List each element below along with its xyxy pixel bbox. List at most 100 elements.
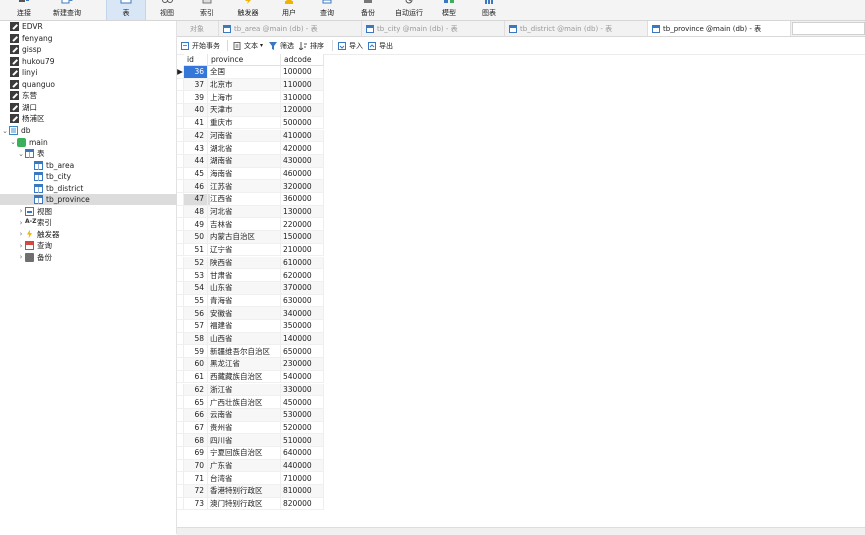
cell-province[interactable]: 江苏省 <box>208 180 281 193</box>
table-row[interactable]: 41 重庆市 500000 <box>177 116 324 130</box>
cell-adcode[interactable]: 620000 <box>281 269 324 282</box>
cell-province[interactable]: 澳门特别行政区 <box>208 497 281 511</box>
queries-node[interactable]: › 查询 <box>0 240 193 251</box>
automation-button[interactable]: 自动运行 <box>392 0 426 20</box>
cell-province[interactable]: 陕西省 <box>208 256 281 270</box>
row-marker[interactable]: ▶ <box>177 66 184 79</box>
column-header-adcode[interactable]: adcode <box>281 54 324 66</box>
cell-province[interactable]: 湖南省 <box>208 154 281 168</box>
cell-id[interactable]: 56 <box>184 307 208 320</box>
cell-province[interactable]: 香港特别行政区 <box>208 485 281 498</box>
connection-item[interactable]: quanguo <box>0 79 186 90</box>
cell-id[interactable]: 71 <box>184 472 208 486</box>
cell-adcode[interactable]: 140000 <box>281 332 324 346</box>
cell-adcode[interactable]: 220000 <box>281 218 324 232</box>
cell-adcode[interactable]: 650000 <box>281 345 324 359</box>
cell-id[interactable]: 60 <box>184 358 208 371</box>
chevron-down-icon[interactable]: ⌄ <box>1 127 9 135</box>
cell-adcode[interactable]: 340000 <box>281 307 324 320</box>
table-row[interactable]: 70 广东省 440000 <box>177 459 324 473</box>
cell-province[interactable]: 江西省 <box>208 193 281 206</box>
query-button[interactable]: 查询 <box>314 0 340 20</box>
cell-adcode[interactable]: 410000 <box>281 129 324 143</box>
cell-province[interactable]: 河南省 <box>208 129 281 143</box>
cell-province[interactable]: 新疆维吾尔自治区 <box>208 345 281 359</box>
table-row[interactable]: 73 澳门特别行政区 820000 <box>177 497 324 511</box>
table-row[interactable]: 59 新疆维吾尔自治区 650000 <box>177 345 324 359</box>
cell-id[interactable]: 51 <box>184 243 208 257</box>
cell-province[interactable]: 海南省 <box>208 167 281 181</box>
cell-id[interactable]: 73 <box>184 497 208 511</box>
cell-adcode[interactable]: 310000 <box>281 91 324 105</box>
row-marker[interactable] <box>177 345 184 359</box>
table-row[interactable]: 52 陕西省 610000 <box>177 256 324 270</box>
table-row[interactable]: 44 湖南省 430000 <box>177 154 324 168</box>
cell-id[interactable]: 45 <box>184 167 208 181</box>
table-row[interactable]: 47 江西省 360000 <box>177 193 324 206</box>
begin-transaction-button[interactable]: 开始事务 <box>181 40 220 51</box>
chevron-right-icon[interactable]: › <box>17 253 25 261</box>
cell-adcode[interactable]: 450000 <box>281 396 324 409</box>
row-marker[interactable] <box>177 332 184 346</box>
cell-province[interactable]: 吉林省 <box>208 218 281 232</box>
cell-adcode[interactable]: 150000 <box>281 231 324 244</box>
table-row[interactable]: ▶ 36 全国 100000 <box>177 66 324 79</box>
row-marker[interactable] <box>177 167 184 181</box>
cell-id[interactable]: 61 <box>184 370 208 384</box>
cell-id[interactable]: 41 <box>184 116 208 130</box>
cell-adcode[interactable]: 360000 <box>281 193 324 206</box>
table-row[interactable]: 45 海南省 460000 <box>177 167 324 181</box>
column-header-id[interactable]: id <box>184 54 208 66</box>
table-row[interactable]: 42 河南省 410000 <box>177 129 324 143</box>
row-marker[interactable] <box>177 104 184 117</box>
connection-item[interactable]: 湖口 <box>0 102 186 113</box>
cell-id[interactable]: 50 <box>184 231 208 244</box>
cell-adcode[interactable]: 350000 <box>281 320 324 333</box>
chevron-right-icon[interactable]: › <box>17 207 25 215</box>
row-marker[interactable] <box>177 180 184 193</box>
table-row[interactable]: 67 贵州省 520000 <box>177 421 324 435</box>
cell-province[interactable]: 云南省 <box>208 408 281 422</box>
table-row[interactable]: 69 宁夏回族自治区 640000 <box>177 447 324 460</box>
cell-province[interactable]: 内蒙古自治区 <box>208 231 281 244</box>
cell-province[interactable]: 甘肃省 <box>208 269 281 282</box>
connection-item[interactable]: 东营 <box>0 90 186 101</box>
connection-item[interactable]: linyi <box>0 67 186 78</box>
cell-province[interactable]: 宁夏回族自治区 <box>208 447 281 460</box>
trigger-button[interactable]: 触发器 <box>232 0 264 20</box>
table-row[interactable]: 57 福建省 350000 <box>177 320 324 333</box>
table-row[interactable]: 65 广西壮族自治区 450000 <box>177 396 324 409</box>
chart-button[interactable]: 图表 <box>476 0 502 20</box>
cell-id[interactable]: 68 <box>184 434 208 447</box>
row-marker[interactable] <box>177 497 184 511</box>
column-header-province[interactable]: province <box>208 54 281 66</box>
row-marker[interactable] <box>177 78 184 92</box>
connection-item[interactable]: hukou79 <box>0 56 186 67</box>
cell-adcode[interactable]: 710000 <box>281 472 324 486</box>
cell-adcode[interactable]: 510000 <box>281 434 324 447</box>
triggers-node[interactable]: › 触发器 <box>0 229 193 240</box>
table-row[interactable]: 62 浙江省 330000 <box>177 383 324 397</box>
row-marker[interactable] <box>177 231 184 244</box>
row-marker[interactable] <box>177 294 184 308</box>
model-button[interactable]: 模型 <box>436 0 462 20</box>
sort-button[interactable]: 排序 <box>299 40 324 51</box>
cell-province[interactable]: 山东省 <box>208 281 281 295</box>
user-button[interactable]: 用户 <box>276 0 302 20</box>
cell-id[interactable]: 47 <box>184 193 208 206</box>
cell-province[interactable]: 福建省 <box>208 320 281 333</box>
chevron-down-icon[interactable]: ⌄ <box>17 150 25 158</box>
row-marker[interactable] <box>177 281 184 295</box>
row-marker[interactable] <box>177 269 184 282</box>
table-row[interactable]: 48 河北省 130000 <box>177 205 324 219</box>
cell-province[interactable]: 天津市 <box>208 104 281 117</box>
cell-id[interactable]: 72 <box>184 485 208 498</box>
connection-item[interactable]: EDVR <box>0 21 186 32</box>
tab-tb-area[interactable]: tb_area @main (db) - 表 <box>219 21 362 36</box>
cell-province[interactable]: 广东省 <box>208 459 281 473</box>
table-row[interactable]: 58 山西省 140000 <box>177 332 324 346</box>
row-marker[interactable] <box>177 307 184 320</box>
connection-item[interactable]: gissp <box>0 44 186 55</box>
cell-id[interactable]: 66 <box>184 408 208 422</box>
table-row[interactable]: 49 吉林省 220000 <box>177 218 324 232</box>
